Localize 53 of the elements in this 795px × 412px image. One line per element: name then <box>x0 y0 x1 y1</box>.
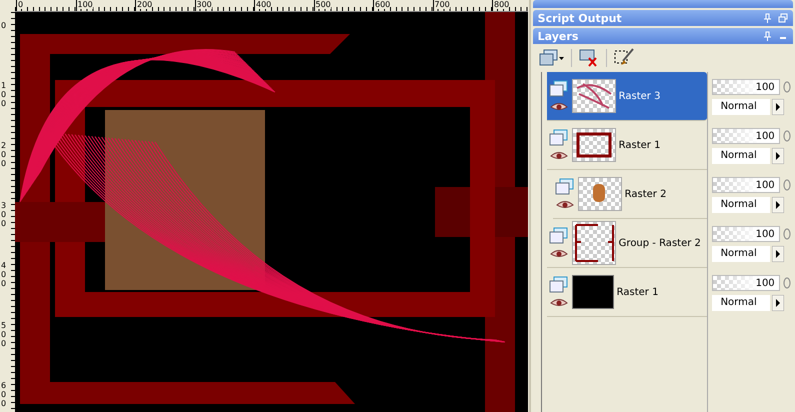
layer-thumbnail <box>572 79 616 113</box>
eye-icon[interactable] <box>550 151 568 161</box>
float-window-icon[interactable] <box>778 13 788 23</box>
layer-name: Group - Raster 2 <box>618 238 701 248</box>
opacity-field[interactable]: 100 <box>712 226 780 242</box>
ruler-label: 0 <box>18 0 24 9</box>
opacity-field[interactable]: 100 <box>712 128 780 144</box>
layer-thumbnail <box>572 128 616 162</box>
pin-icon[interactable] <box>763 13 772 23</box>
layer-name: Raster 2 <box>624 188 666 200</box>
raster-layer-icon <box>548 227 569 245</box>
blend-mode-dropdown[interactable]: Normal <box>712 196 770 212</box>
layer-thumbnail <box>572 275 614 309</box>
dropdown-arrow-icon[interactable] <box>772 196 784 212</box>
layer-row[interactable]: Raster 3 <box>546 72 707 121</box>
ruler-label: 700 <box>434 0 450 9</box>
eye-icon[interactable] <box>550 249 568 259</box>
blend-mode-dropdown[interactable]: Normal <box>712 98 770 114</box>
ruler-label: 600 <box>375 0 390 9</box>
dropdown-arrow-icon[interactable] <box>772 98 784 114</box>
ruler-label: 300 <box>196 0 212 9</box>
ruler-label: 100 <box>78 0 93 9</box>
layer-name: Raster 3 <box>618 90 660 102</box>
opacity-field[interactable]: 100 <box>712 78 780 94</box>
eye-icon[interactable] <box>550 298 568 308</box>
blend-mode-dropdown[interactable]: Normal <box>712 294 770 310</box>
layer-name: Raster 1 <box>616 286 658 298</box>
eye-icon[interactable] <box>556 200 574 210</box>
raster-layer-icon <box>548 80 569 98</box>
new-layer-icon[interactable] <box>538 49 565 67</box>
selection-brush-icon[interactable] <box>612 48 635 68</box>
eye-icon[interactable] <box>550 102 568 112</box>
dropdown-arrow-icon[interactable] <box>772 294 784 310</box>
palette-title: Script Output <box>538 12 623 24</box>
pin-icon[interactable] <box>763 31 772 41</box>
raster-layer-icon <box>554 178 575 196</box>
ruler-label: 500 <box>316 0 331 9</box>
opacity-field[interactable]: 100 <box>712 176 780 192</box>
ruler-label: 400 <box>256 0 272 9</box>
layer-thumbnail <box>572 221 616 265</box>
opacity-field[interactable]: 100 <box>712 274 780 290</box>
dropdown-arrow-icon[interactable] <box>772 246 784 262</box>
dropdown-arrow-icon[interactable] <box>772 148 784 164</box>
ruler-label: 200 <box>137 0 152 9</box>
layer-thumbnail <box>578 177 622 211</box>
raster-layer-icon <box>548 129 569 147</box>
palette-title: Layers <box>538 30 580 42</box>
layer-name: Raster 1 <box>618 140 660 150</box>
raster-layer-icon <box>548 276 569 294</box>
blend-mode-dropdown[interactable]: Normal <box>712 148 770 164</box>
layer-row[interactable]: Group - Raster 2 <box>546 219 707 268</box>
ruler-label: 800 <box>494 0 510 9</box>
blend-mode-dropdown[interactable]: Normal <box>712 246 770 262</box>
